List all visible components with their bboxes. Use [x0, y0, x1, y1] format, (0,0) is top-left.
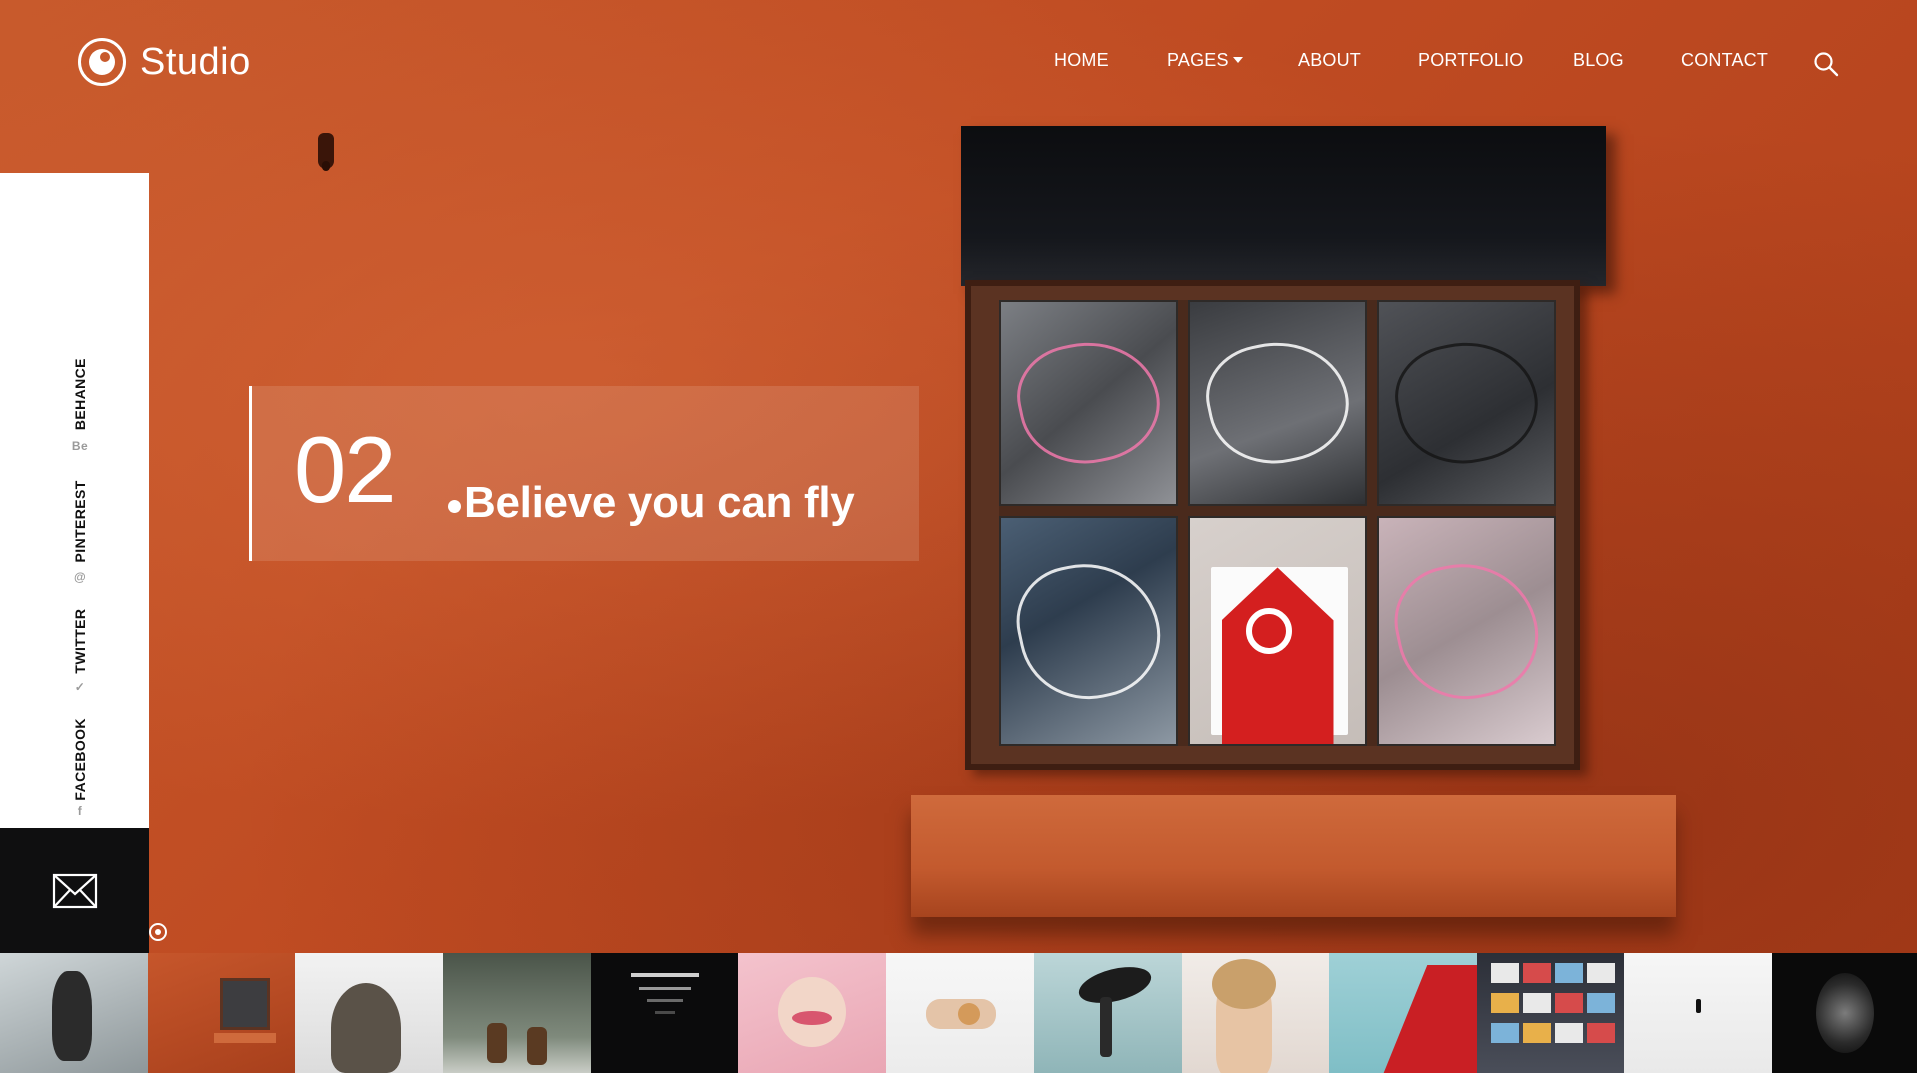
nav-pages-label: PAGES: [1167, 50, 1229, 70]
slide-title: Believe you can fly: [464, 478, 855, 527]
graffiti-window: [965, 280, 1580, 770]
thumbnail-item[interactable]: [1182, 953, 1329, 1073]
thumbnail-item[interactable]: [1624, 953, 1772, 1073]
thumbnail-item[interactable]: [443, 953, 591, 1073]
thumbnail-item-active[interactable]: [148, 953, 295, 1073]
pinterest-icon: @: [73, 569, 87, 584]
thumbnail-item[interactable]: [591, 953, 738, 1073]
facebook-icon: f: [77, 803, 83, 818]
window-pane: [1377, 515, 1556, 746]
nav-blog[interactable]: BLOG: [1573, 50, 1624, 71]
social-links: f FACEBOOK ✓ TWITTER @ PINTEREST Be BEHA…: [72, 332, 88, 818]
social-twitter-label: TWITTER: [72, 608, 88, 674]
social-behance[interactable]: Be BEHANCE: [72, 358, 88, 454]
thumbnail-item[interactable]: [738, 953, 886, 1073]
social-behance-label: BEHANCE: [72, 358, 88, 431]
window-pane: [1377, 300, 1556, 506]
thumbnail-item[interactable]: [1329, 953, 1477, 1073]
thumbnail-item[interactable]: [0, 953, 148, 1073]
slide-number: 02: [294, 417, 397, 522]
window-pane: [1188, 300, 1367, 506]
envelope-icon: [52, 873, 97, 908]
nav-portfolio[interactable]: PORTFOLIO: [1418, 50, 1524, 71]
thumbnail-item[interactable]: [295, 953, 443, 1073]
behance-icon: Be: [71, 439, 89, 454]
nav-about[interactable]: ABOUT: [1298, 50, 1361, 71]
slide-caption: 02 Believe you can fly: [249, 386, 919, 561]
social-facebook-label: FACEBOOK: [72, 718, 88, 801]
social-twitter[interactable]: ✓ TWITTER: [72, 608, 88, 694]
slide-indicator-icon[interactable]: [149, 923, 167, 941]
thumbnail-strip: [0, 953, 1917, 1073]
wall-hole: [318, 133, 334, 171]
window-pane: [1188, 515, 1367, 746]
thumbnail-item[interactable]: [1034, 953, 1182, 1073]
nav-home[interactable]: HOME: [1054, 50, 1109, 71]
caret-down-icon: [1232, 57, 1243, 63]
social-facebook[interactable]: f FACEBOOK: [72, 718, 88, 818]
nav-pages[interactable]: PAGES: [1167, 50, 1243, 71]
social-pinterest[interactable]: @ PINTEREST: [72, 480, 88, 584]
social-pinterest-label: PINTEREST: [72, 480, 88, 563]
window-pane: [999, 300, 1178, 506]
main-nav: HOME PAGES ABOUT PORTFOLIO BLOG CONTACT: [0, 50, 1917, 78]
window-lintel: [961, 126, 1606, 286]
thumbnail-item[interactable]: [1477, 953, 1624, 1073]
thumbnail-item[interactable]: [886, 953, 1034, 1073]
social-sidebar: f FACEBOOK ✓ TWITTER @ PINTEREST Be BEHA…: [0, 173, 149, 828]
search-icon[interactable]: [1813, 51, 1839, 77]
twitter-icon: ✓: [74, 679, 86, 694]
contact-mail-button[interactable]: [0, 828, 149, 953]
slide-number-dot: [448, 500, 461, 513]
window-pane: [999, 515, 1178, 746]
nav-contact[interactable]: CONTACT: [1681, 50, 1768, 71]
thumbnail-item[interactable]: [1772, 953, 1917, 1073]
window-sill: [911, 795, 1676, 917]
